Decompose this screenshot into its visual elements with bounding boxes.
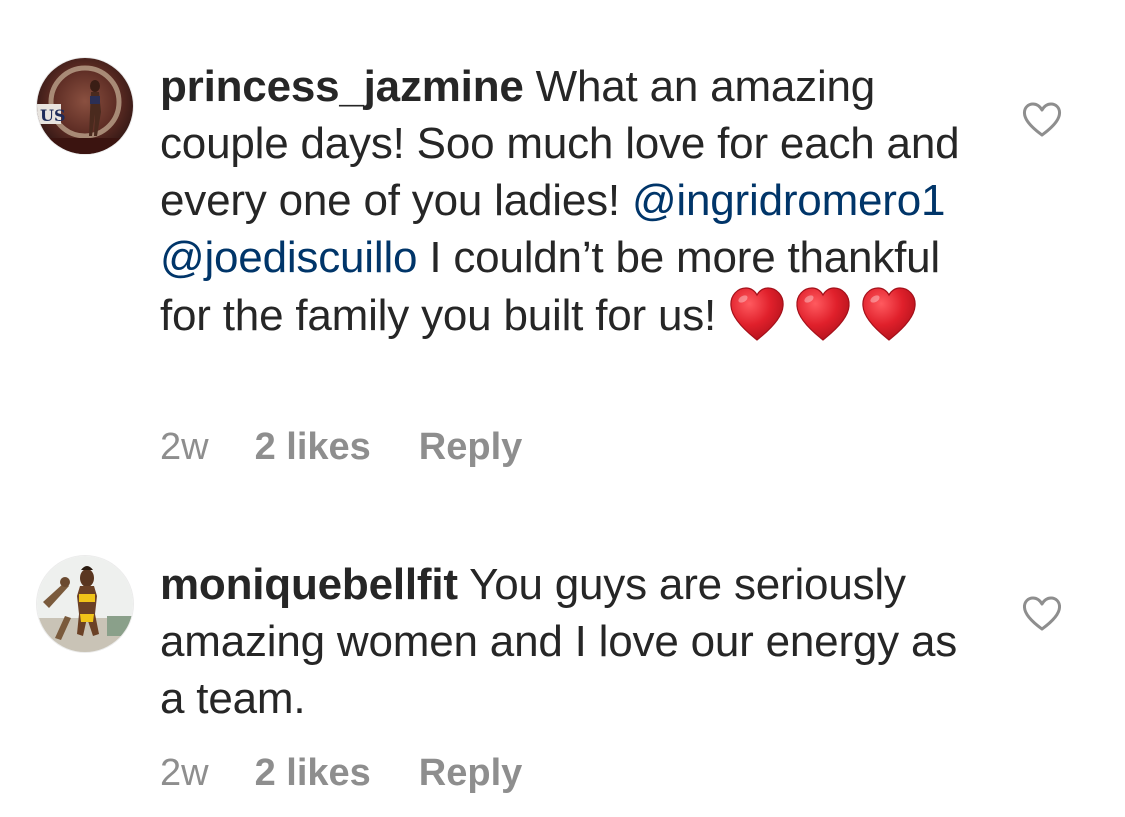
avatar[interactable]: US	[37, 58, 133, 154]
red-heart-emoji-icon	[860, 286, 918, 342]
comment-text: princess_jazmine What an amazing couple …	[160, 58, 980, 344]
mention-link[interactable]: @ingridromero1	[632, 176, 946, 225]
heart-outline-icon	[1022, 596, 1062, 631]
comment-timestamp: 2w	[160, 426, 209, 468]
red-heart-emoji-icon	[794, 286, 852, 342]
likes-count[interactable]: 2 likes	[255, 426, 371, 469]
avatar[interactable]	[37, 556, 133, 652]
red-heart-emoji-icon	[728, 286, 786, 342]
comment-text: moniquebellfit You guys are seriously am…	[160, 556, 980, 727]
mention-link[interactable]: @joediscuillo	[160, 233, 417, 282]
like-button[interactable]	[1022, 596, 1062, 632]
reply-button[interactable]: Reply	[419, 426, 522, 469]
username[interactable]: princess_jazmine	[160, 62, 524, 111]
comment-meta: 2w 2 likes Reply	[160, 426, 522, 469]
like-button[interactable]	[1022, 102, 1062, 138]
comment-meta: 2w 2 likes Reply	[160, 752, 522, 795]
comment-timestamp: 2w	[160, 752, 209, 794]
username[interactable]: moniquebellfit	[160, 560, 458, 609]
heart-outline-icon	[1022, 102, 1062, 137]
reply-button[interactable]: Reply	[419, 752, 522, 795]
likes-count[interactable]: 2 likes	[255, 752, 371, 795]
svg-text:US: US	[40, 106, 66, 125]
